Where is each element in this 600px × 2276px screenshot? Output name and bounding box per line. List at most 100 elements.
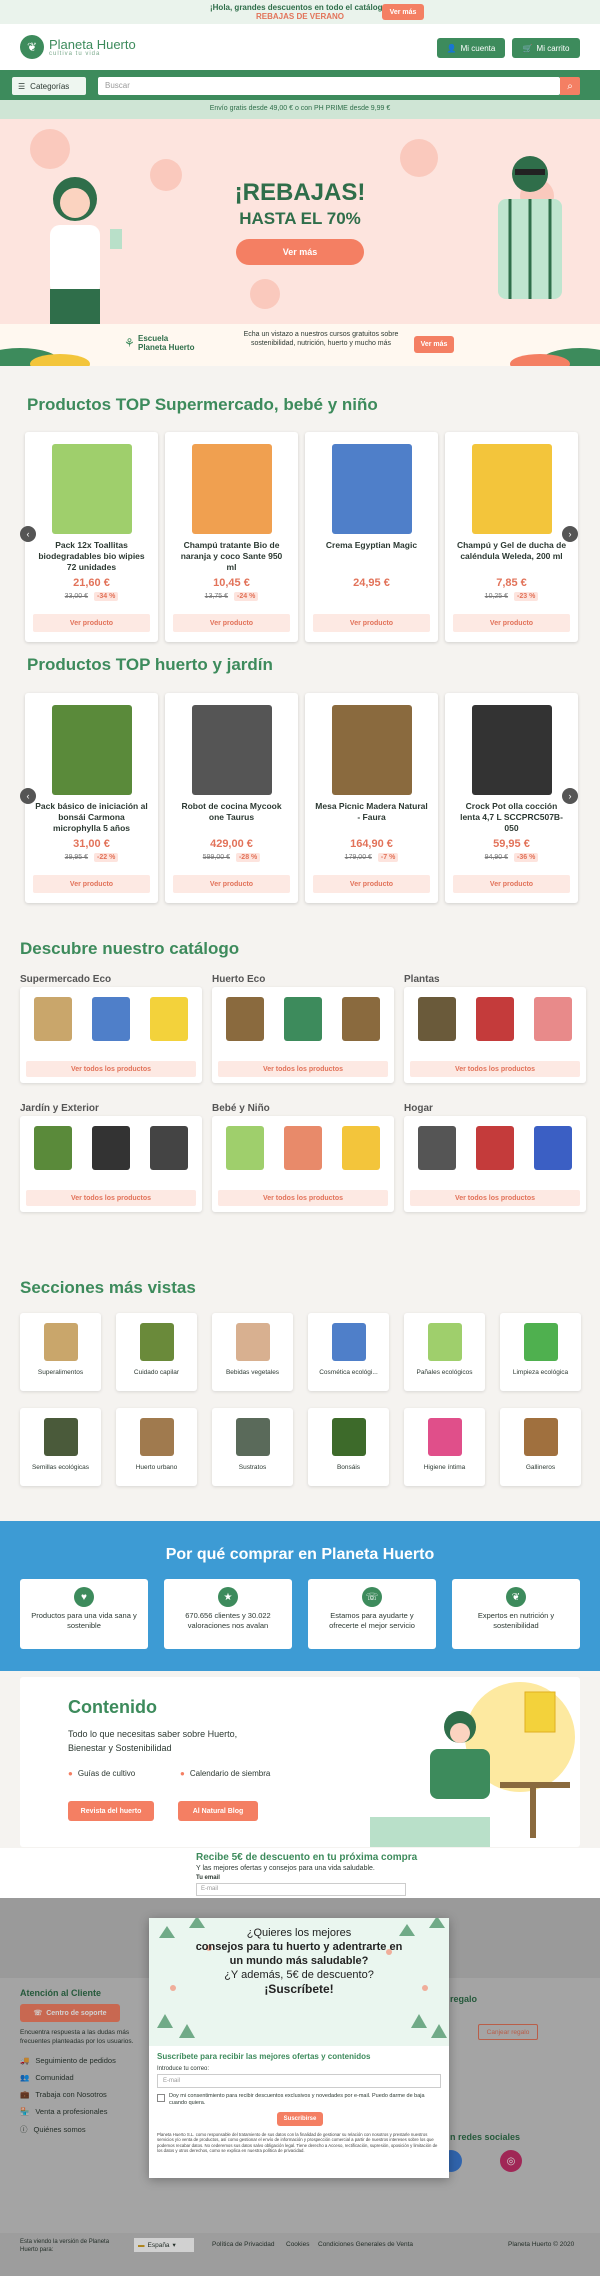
category-product-image[interactable] xyxy=(534,1126,572,1170)
product-image[interactable] xyxy=(332,444,412,534)
link-sowing-calendar[interactable]: ● Calendario de siembra xyxy=(180,1769,270,1778)
product-card[interactable]: Crock Pot olla cocción lenta 4,7 L SCCPR… xyxy=(445,693,578,903)
blog-button[interactable]: Al Natural Blog xyxy=(178,1801,258,1821)
topbar-more-button[interactable]: Ver más xyxy=(382,4,424,20)
category-product-image[interactable] xyxy=(418,1126,456,1170)
product-name[interactable]: Champú y Gel de ducha de caléndula Weled… xyxy=(455,540,568,562)
view-all-button[interactable]: Ver todos los productos xyxy=(218,1190,388,1206)
section-card[interactable]: Bonsáis xyxy=(308,1408,389,1486)
category-product-image[interactable] xyxy=(150,997,188,1041)
product-name[interactable]: Pack básico de iniciación al bonsái Carm… xyxy=(35,801,148,834)
section-card[interactable]: Huerto urbano xyxy=(116,1408,197,1486)
brand-logo[interactable]: ❦ Planeta Huerto cultiva tu vida xyxy=(20,35,136,59)
category-product-image[interactable] xyxy=(92,997,130,1041)
view-product-button[interactable]: Ver producto xyxy=(453,614,570,632)
section-card[interactable]: Semillas ecológicas xyxy=(20,1408,101,1486)
section-card[interactable]: Superalimentos xyxy=(20,1313,101,1391)
category-product-image[interactable] xyxy=(226,997,264,1041)
account-button[interactable]: 👤 Mi cuenta xyxy=(437,38,505,58)
carousel-prev-button[interactable]: ‹ xyxy=(20,526,36,542)
catalog-category-title[interactable]: Plantas xyxy=(404,974,440,985)
category-product-image[interactable] xyxy=(342,997,380,1041)
section-card[interactable]: Limpieza ecológica xyxy=(500,1313,581,1391)
product-image[interactable] xyxy=(52,705,132,795)
product-card[interactable]: Champú y Gel de ducha de caléndula Weled… xyxy=(445,432,578,642)
catalog-category-title[interactable]: Hogar xyxy=(404,1103,433,1114)
carousel-next-button[interactable]: › xyxy=(562,788,578,804)
section-card[interactable]: Higiene íntima xyxy=(404,1408,485,1486)
categories-button[interactable]: ☰ Categorías xyxy=(12,77,86,95)
category-product-image[interactable] xyxy=(284,1126,322,1170)
category-product-image[interactable] xyxy=(342,1126,380,1170)
section-card[interactable]: Bebidas vegetales xyxy=(212,1313,293,1391)
catalog-category-title[interactable]: Huerto Eco xyxy=(212,974,265,985)
category-product-image[interactable] xyxy=(92,1126,130,1170)
cart-button[interactable]: 🛒 Mi carrito xyxy=(512,38,580,58)
view-product-button[interactable]: Ver producto xyxy=(453,875,570,893)
view-product-button[interactable]: Ver producto xyxy=(33,875,150,893)
category-product-image[interactable] xyxy=(150,1126,188,1170)
product-name[interactable]: Champú tratante Bio de naranja y coco Sa… xyxy=(175,540,288,573)
category-product-image[interactable] xyxy=(284,997,322,1041)
product-image[interactable] xyxy=(192,444,272,534)
section-card[interactable]: Cosmética ecológi... xyxy=(308,1313,389,1391)
view-all-button[interactable]: Ver todos los productos xyxy=(218,1061,388,1077)
category-product-image[interactable] xyxy=(226,1126,264,1170)
view-product-button[interactable]: Ver producto xyxy=(313,614,430,632)
product-name[interactable]: Crock Pot olla cocción lenta 4,7 L SCCPR… xyxy=(455,801,568,834)
view-all-button[interactable]: Ver todos los productos xyxy=(26,1190,196,1206)
category-product-image[interactable] xyxy=(534,997,572,1041)
subscribe-button[interactable]: Suscribirse xyxy=(277,2112,323,2126)
school-more-button[interactable]: Ver más xyxy=(414,336,454,353)
section-card[interactable]: Cuidado capilar xyxy=(116,1313,197,1391)
discount-badge: -36 % xyxy=(514,853,539,862)
product-card[interactable]: Robot de cocina Mycook one Taurus 429,00 … xyxy=(165,693,298,903)
category-product-image[interactable] xyxy=(476,1126,514,1170)
product-image[interactable] xyxy=(472,705,552,795)
product-name[interactable]: Robot de cocina Mycook one Taurus xyxy=(175,801,288,823)
product-card[interactable]: Champú tratante Bio de naranja y coco Sa… xyxy=(165,432,298,642)
view-product-button[interactable]: Ver producto xyxy=(33,614,150,632)
product-image[interactable] xyxy=(192,705,272,795)
product-card[interactable]: Mesa Picnic Madera Natural - Faura 164,90… xyxy=(305,693,438,903)
view-all-button[interactable]: Ver todos los productos xyxy=(26,1061,196,1077)
product-card[interactable]: Crema Egyptian Magic 24,95 € Ver producto xyxy=(305,432,438,642)
carousel-next-button[interactable]: › xyxy=(562,526,578,542)
link-crop-guides[interactable]: ● Guías de cultivo xyxy=(68,1769,135,1778)
view-all-button[interactable]: Ver todos los productos xyxy=(410,1190,580,1206)
product-card[interactable]: Pack 12x Toallitas biodegradables bio wi… xyxy=(25,432,158,642)
discount-badge: -24 % xyxy=(234,592,259,601)
catalog-category-title[interactable]: Jardín y Exterior xyxy=(20,1103,99,1114)
product-card[interactable]: Pack básico de iniciación al bonsái Carm… xyxy=(25,693,158,903)
hero-banner[interactable]: ¡REBAJAS! HASTA EL 70% Ver más xyxy=(0,119,600,324)
section-card[interactable]: Sustratos xyxy=(212,1408,293,1486)
newsletter-email-input[interactable]: E-mail xyxy=(196,1883,406,1896)
category-product-image[interactable] xyxy=(34,997,72,1041)
product-image[interactable] xyxy=(332,705,412,795)
category-product-image[interactable] xyxy=(418,997,456,1041)
product-image[interactable] xyxy=(52,444,132,534)
why-text: Productos para una vida sana y sostenibl… xyxy=(31,1611,137,1630)
carousel-prev-button[interactable]: ‹ xyxy=(20,788,36,804)
search-button[interactable]: ⌕ xyxy=(560,77,580,95)
school-banner[interactable]: ⚘ Escuela Planeta Huerto Echa un vistazo … xyxy=(0,324,600,366)
hero-more-button[interactable]: Ver más xyxy=(236,239,364,265)
search-input[interactable]: Buscar xyxy=(98,77,560,95)
category-product-image[interactable] xyxy=(476,997,514,1041)
product-image[interactable] xyxy=(472,444,552,534)
product-name[interactable]: Crema Egyptian Magic xyxy=(315,540,428,551)
view-all-button[interactable]: Ver todos los productos xyxy=(410,1061,580,1077)
product-name[interactable]: Mesa Picnic Madera Natural - Faura xyxy=(315,801,428,823)
view-product-button[interactable]: Ver producto xyxy=(313,875,430,893)
consent-checkbox[interactable] xyxy=(157,2094,165,2102)
view-product-button[interactable]: Ver producto xyxy=(173,614,290,632)
view-product-button[interactable]: Ver producto xyxy=(173,875,290,893)
catalog-category-title[interactable]: Bebé y Niño xyxy=(212,1103,270,1114)
section-card[interactable]: Pañales ecológicos xyxy=(404,1313,485,1391)
product-name[interactable]: Pack 12x Toallitas biodegradables bio wi… xyxy=(35,540,148,573)
magazine-button[interactable]: Revista del huerto xyxy=(68,1801,154,1821)
catalog-category-title[interactable]: Supermercado Eco xyxy=(20,974,111,985)
modal-email-input[interactable]: E-mail xyxy=(157,2074,441,2088)
section-card[interactable]: Gallineros xyxy=(500,1408,581,1486)
category-product-image[interactable] xyxy=(34,1126,72,1170)
